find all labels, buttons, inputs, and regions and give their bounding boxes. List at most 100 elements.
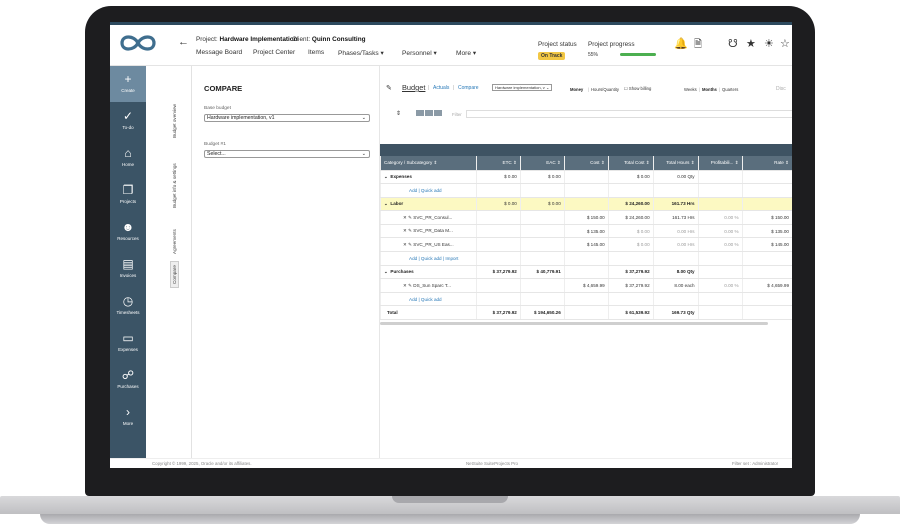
tab-budget[interactable]: Budget <box>402 83 425 92</box>
table-row: Add | Quick add <box>380 292 792 307</box>
grid-toolbar <box>380 144 792 156</box>
sidebar-item-timesheets[interactable]: ◷ Timesheets <box>110 288 146 324</box>
table-row: ⌄ Expenses $ 0.00 $ 0.00 $ 0.00 0.00 Qty <box>380 170 792 185</box>
months-toggle[interactable]: Months <box>702 87 717 92</box>
tab-actuals[interactable]: Actuals <box>433 85 449 91</box>
sidebar-item-more[interactable]: › More <box>110 399 146 435</box>
horizontal-scrollbar[interactable] <box>380 322 768 325</box>
col-total-hours[interactable]: Total Hours ⇕ <box>652 156 699 171</box>
chevron-down-icon[interactable]: ⌄ <box>384 201 388 206</box>
chevron-down-icon: ▾ <box>380 50 384 57</box>
tab-compare-link[interactable]: Compare <box>458 85 479 91</box>
tab-agreements[interactable]: Agreements <box>172 229 177 254</box>
chevron-down-icon: ▾ <box>472 50 477 57</box>
star-icon[interactable]: ☆ <box>780 37 790 50</box>
table-row: Total $ 37,279.92 $ 194,650.26 $ 61,539.… <box>380 305 792 321</box>
lightbulb-icon[interactable]: ☀ <box>764 37 774 50</box>
col-etc[interactable]: ETC ⇕ <box>475 156 521 171</box>
table-row: ✕ ✎ DS_Sun Sparc T... $ 4,659.99 $ 37,27… <box>380 278 792 293</box>
nav-message-board[interactable]: Message Board <box>196 49 242 56</box>
money-toggle[interactable]: Money <box>570 87 583 92</box>
expand-all-icon[interactable] <box>416 110 424 116</box>
add-labor-link[interactable]: Add | Quick add | Import <box>380 251 477 266</box>
pencil-icon[interactable]: ✎ <box>408 228 412 233</box>
megaphone-icon[interactable]: ☋ <box>728 37 738 50</box>
pencil-icon[interactable]: ✎ <box>408 242 412 247</box>
col-rate[interactable]: Rate ⇕ <box>741 156 792 171</box>
base-budget-select[interactable]: Hardware implementation, v1 ⌄ <box>204 114 370 122</box>
col-eac[interactable]: EAC ⇕ <box>519 156 565 171</box>
sidebar-item-resources[interactable]: ☻ Resources <box>110 214 146 250</box>
nav-items[interactable]: Items <box>308 49 324 56</box>
filter-input[interactable] <box>466 110 792 118</box>
quarters-toggle[interactable]: Quarters <box>722 87 738 92</box>
chevron-down-icon[interactable]: ⌄ <box>384 174 388 179</box>
col-profitability[interactable]: Profitabili... ⇕ <box>697 156 743 171</box>
main-sidebar: + Create ✓ To-do ⌂ Home ❐ Projects ☻ Resource… <box>110 66 146 468</box>
view-options-icon[interactable] <box>434 110 442 116</box>
sidebar-item-create[interactable]: + Create <box>110 66 146 102</box>
table-row: ✕ ✎ SVC_PR_US Eas... $ 145.00 $ 0.00 0.0… <box>380 237 792 253</box>
app-screen: ← Project: Hardware Implementation Clien… <box>110 22 792 468</box>
accent-strip <box>110 22 792 25</box>
sidebar-item-home[interactable]: ⌂ Home <box>110 140 146 176</box>
col-cost[interactable]: Cost ⇕ <box>563 156 609 171</box>
sidebar-item-invoices[interactable]: ▤ Invoices <box>110 251 146 287</box>
nav-more[interactable]: More ▾ <box>456 49 476 57</box>
sort-icon[interactable]: ⇕ <box>396 110 401 117</box>
copyright-text: Copyright © 1999, 2025, Oracle and/or it… <box>152 461 252 466</box>
col-category[interactable]: Category / Subcategory ⇕ <box>380 156 477 171</box>
project-progress-value: 55% <box>588 52 599 58</box>
compare-panel: COMPARE Base budget Hardware implementat… <box>192 66 380 458</box>
project-title: Project: Hardware Implementation <box>196 36 298 43</box>
discard-label[interactable]: Disc <box>776 86 786 92</box>
close-icon[interactable]: ✕ <box>403 215 407 220</box>
col-total-cost[interactable]: Total Cost ⇕ <box>607 156 654 171</box>
compare-title: COMPARE <box>204 84 243 93</box>
chevron-down-icon: ⌄ <box>361 151 366 157</box>
budget-grid: Category / Subcategory ⇕ ETC ⇕ EAC ⇕ Cos… <box>380 156 792 321</box>
hours-qty-toggle[interactable]: Hours/Quantity <box>591 87 619 92</box>
pencil-icon[interactable]: ✎ <box>386 84 392 92</box>
budget1-select[interactable]: Select... ⌄ <box>204 150 370 158</box>
table-row: ⌄ Labor $ 0.00 $ 0.00 $ 24,260.00 161.73… <box>380 197 792 212</box>
plus-icon: + <box>124 72 132 86</box>
pencil-icon[interactable]: ✎ <box>408 215 412 220</box>
collapse-all-icon[interactable] <box>425 110 433 116</box>
sidebar-item-projects[interactable]: ❐ Projects <box>110 177 146 213</box>
close-icon[interactable]: ✕ <box>403 242 407 247</box>
grid-header-row: Category / Subcategory ⇕ ETC ⇕ EAC ⇕ Cos… <box>380 156 792 171</box>
add-expense-link[interactable]: Add | Quick add <box>380 183 477 198</box>
sidebar-item-expenses[interactable]: ▭ Expenses <box>110 325 146 361</box>
tab-budget-overview[interactable]: Budget overview <box>172 104 177 138</box>
close-icon[interactable]: ✕ <box>403 228 407 233</box>
weeks-toggle[interactable]: Weeks <box>684 87 697 92</box>
nav-project-center[interactable]: Project Center <box>253 49 295 56</box>
table-row: ✕ ✎ SVC_PR_Data M... $ 135.00 $ 0.00 0.0… <box>380 224 792 239</box>
laptop-notch <box>392 496 508 503</box>
award-icon[interactable]: ★ <box>746 37 756 50</box>
nav-personnel[interactable]: Personnel ▾ <box>402 49 437 57</box>
back-arrow-icon[interactable]: ← <box>178 36 189 48</box>
table-row: ⌄ Purchases $ 37,279.92 $ 40,779.91 $ 37… <box>380 265 792 280</box>
brand-logo-icon <box>120 35 156 51</box>
budget-version-select[interactable]: Hardware implementation, v ⌄ <box>492 84 553 91</box>
tab-compare[interactable]: Compare <box>170 261 179 288</box>
close-icon[interactable]: ✕ <box>403 283 407 288</box>
project-status-badge: On Track <box>538 52 566 60</box>
chevron-down-icon[interactable]: ⌄ <box>384 269 388 274</box>
cart-icon: ☍ <box>121 368 135 382</box>
invoice-icon: ▤ <box>122 257 134 271</box>
projects-icon: ❐ <box>122 183 134 197</box>
sidebar-item-todo[interactable]: ✓ To-do <box>110 103 146 139</box>
add-purchase-link[interactable]: Add | Quick add <box>380 292 477 307</box>
nav-phases-tasks[interactable]: Phases/Tasks ▾ <box>338 49 384 57</box>
project-progress-label: Project progress <box>588 41 635 48</box>
pencil-icon[interactable]: ✎ <box>408 283 412 288</box>
show-billing-checkbox[interactable]: ☐ Show billing <box>624 86 651 91</box>
sidebar-item-purchases[interactable]: ☍ Purchases <box>110 362 146 398</box>
bell-icon[interactable]: 🔔 <box>674 37 688 50</box>
tab-budget-info-settings[interactable]: Budget info & settings <box>172 163 177 208</box>
document-icon[interactable]: 🗎 <box>694 37 702 54</box>
table-row: Add | Quick add <box>380 183 792 198</box>
